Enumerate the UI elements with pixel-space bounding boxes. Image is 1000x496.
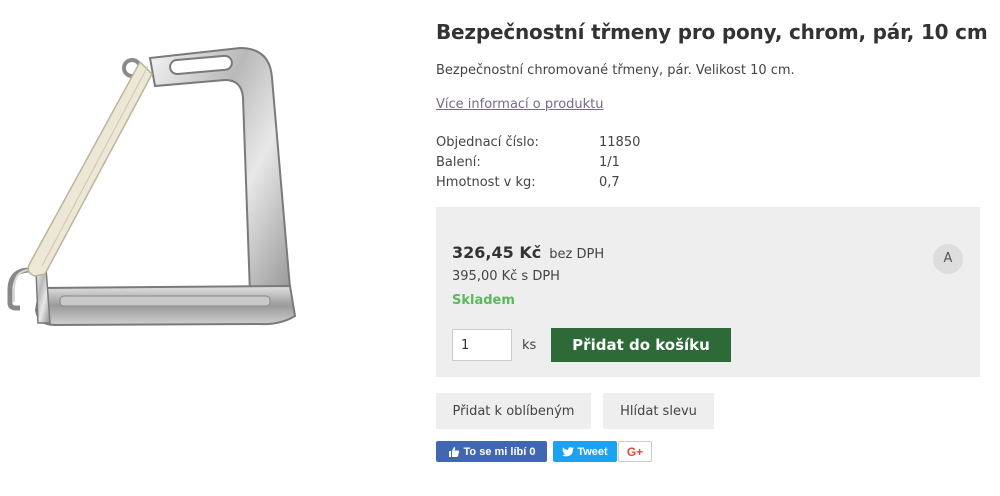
product-description: Bezpečnostní chromované třmeny, pár. Vel… — [436, 63, 795, 78]
facebook-like-button[interactable]: To se mi líbí 0 — [436, 441, 547, 462]
spec-label: Balení: — [436, 155, 481, 170]
twitter-bird-icon — [562, 446, 575, 456]
quantity-input[interactable] — [452, 329, 512, 361]
spec-value: 11850 — [599, 135, 641, 150]
product-title: Bezpečnostní třmeny pro pony, chrom, pár… — [436, 20, 988, 44]
thumbs-up-icon — [448, 446, 459, 457]
spec-label: Objednací číslo: — [436, 135, 539, 150]
add-to-cart-button[interactable]: Přidat do košíku — [551, 328, 731, 362]
product-specs: Objednací číslo: 11850 Balení: 1/1 Hmotn… — [436, 133, 736, 193]
spec-label: Hmotnost v kg: — [436, 175, 536, 190]
price-net: 326,45 Kč bez DPH — [452, 243, 604, 262]
more-info-link[interactable]: Více informací o produktu — [436, 97, 604, 112]
spec-value: 1/1 — [599, 155, 620, 170]
quantity-unit: ks — [522, 338, 537, 353]
add-to-favorites-button[interactable]: Přidat k oblíbeným — [436, 393, 591, 429]
facebook-like-label: To se mi líbí 0 — [463, 445, 536, 458]
tweet-button[interactable]: Tweet — [553, 441, 617, 462]
google-plus-label: G+ — [626, 444, 644, 459]
stock-status: Skladem — [452, 293, 515, 308]
price-net-suffix: bez DPH — [549, 247, 605, 262]
spec-row-weight: Hmotnost v kg: 0,7 — [436, 173, 736, 193]
google-plus-button[interactable]: G+ — [618, 441, 652, 462]
availability-badge: A — [933, 244, 963, 274]
spec-value: 0,7 — [599, 175, 620, 190]
spec-row-order-number: Objednací číslo: 11850 — [436, 133, 736, 153]
tweet-label: Tweet — [577, 445, 608, 458]
price-box: 326,45 Kč bez DPH 395,00 Kč s DPH Sklade… — [436, 207, 980, 377]
price-gross: 395,00 Kč s DPH — [452, 269, 560, 284]
spec-row-packaging: Balení: 1/1 — [436, 153, 736, 173]
price-net-value: 326,45 Kč — [452, 243, 542, 262]
watch-discount-button[interactable]: Hlídat slevu — [603, 393, 714, 429]
product-image — [7, 46, 297, 327]
